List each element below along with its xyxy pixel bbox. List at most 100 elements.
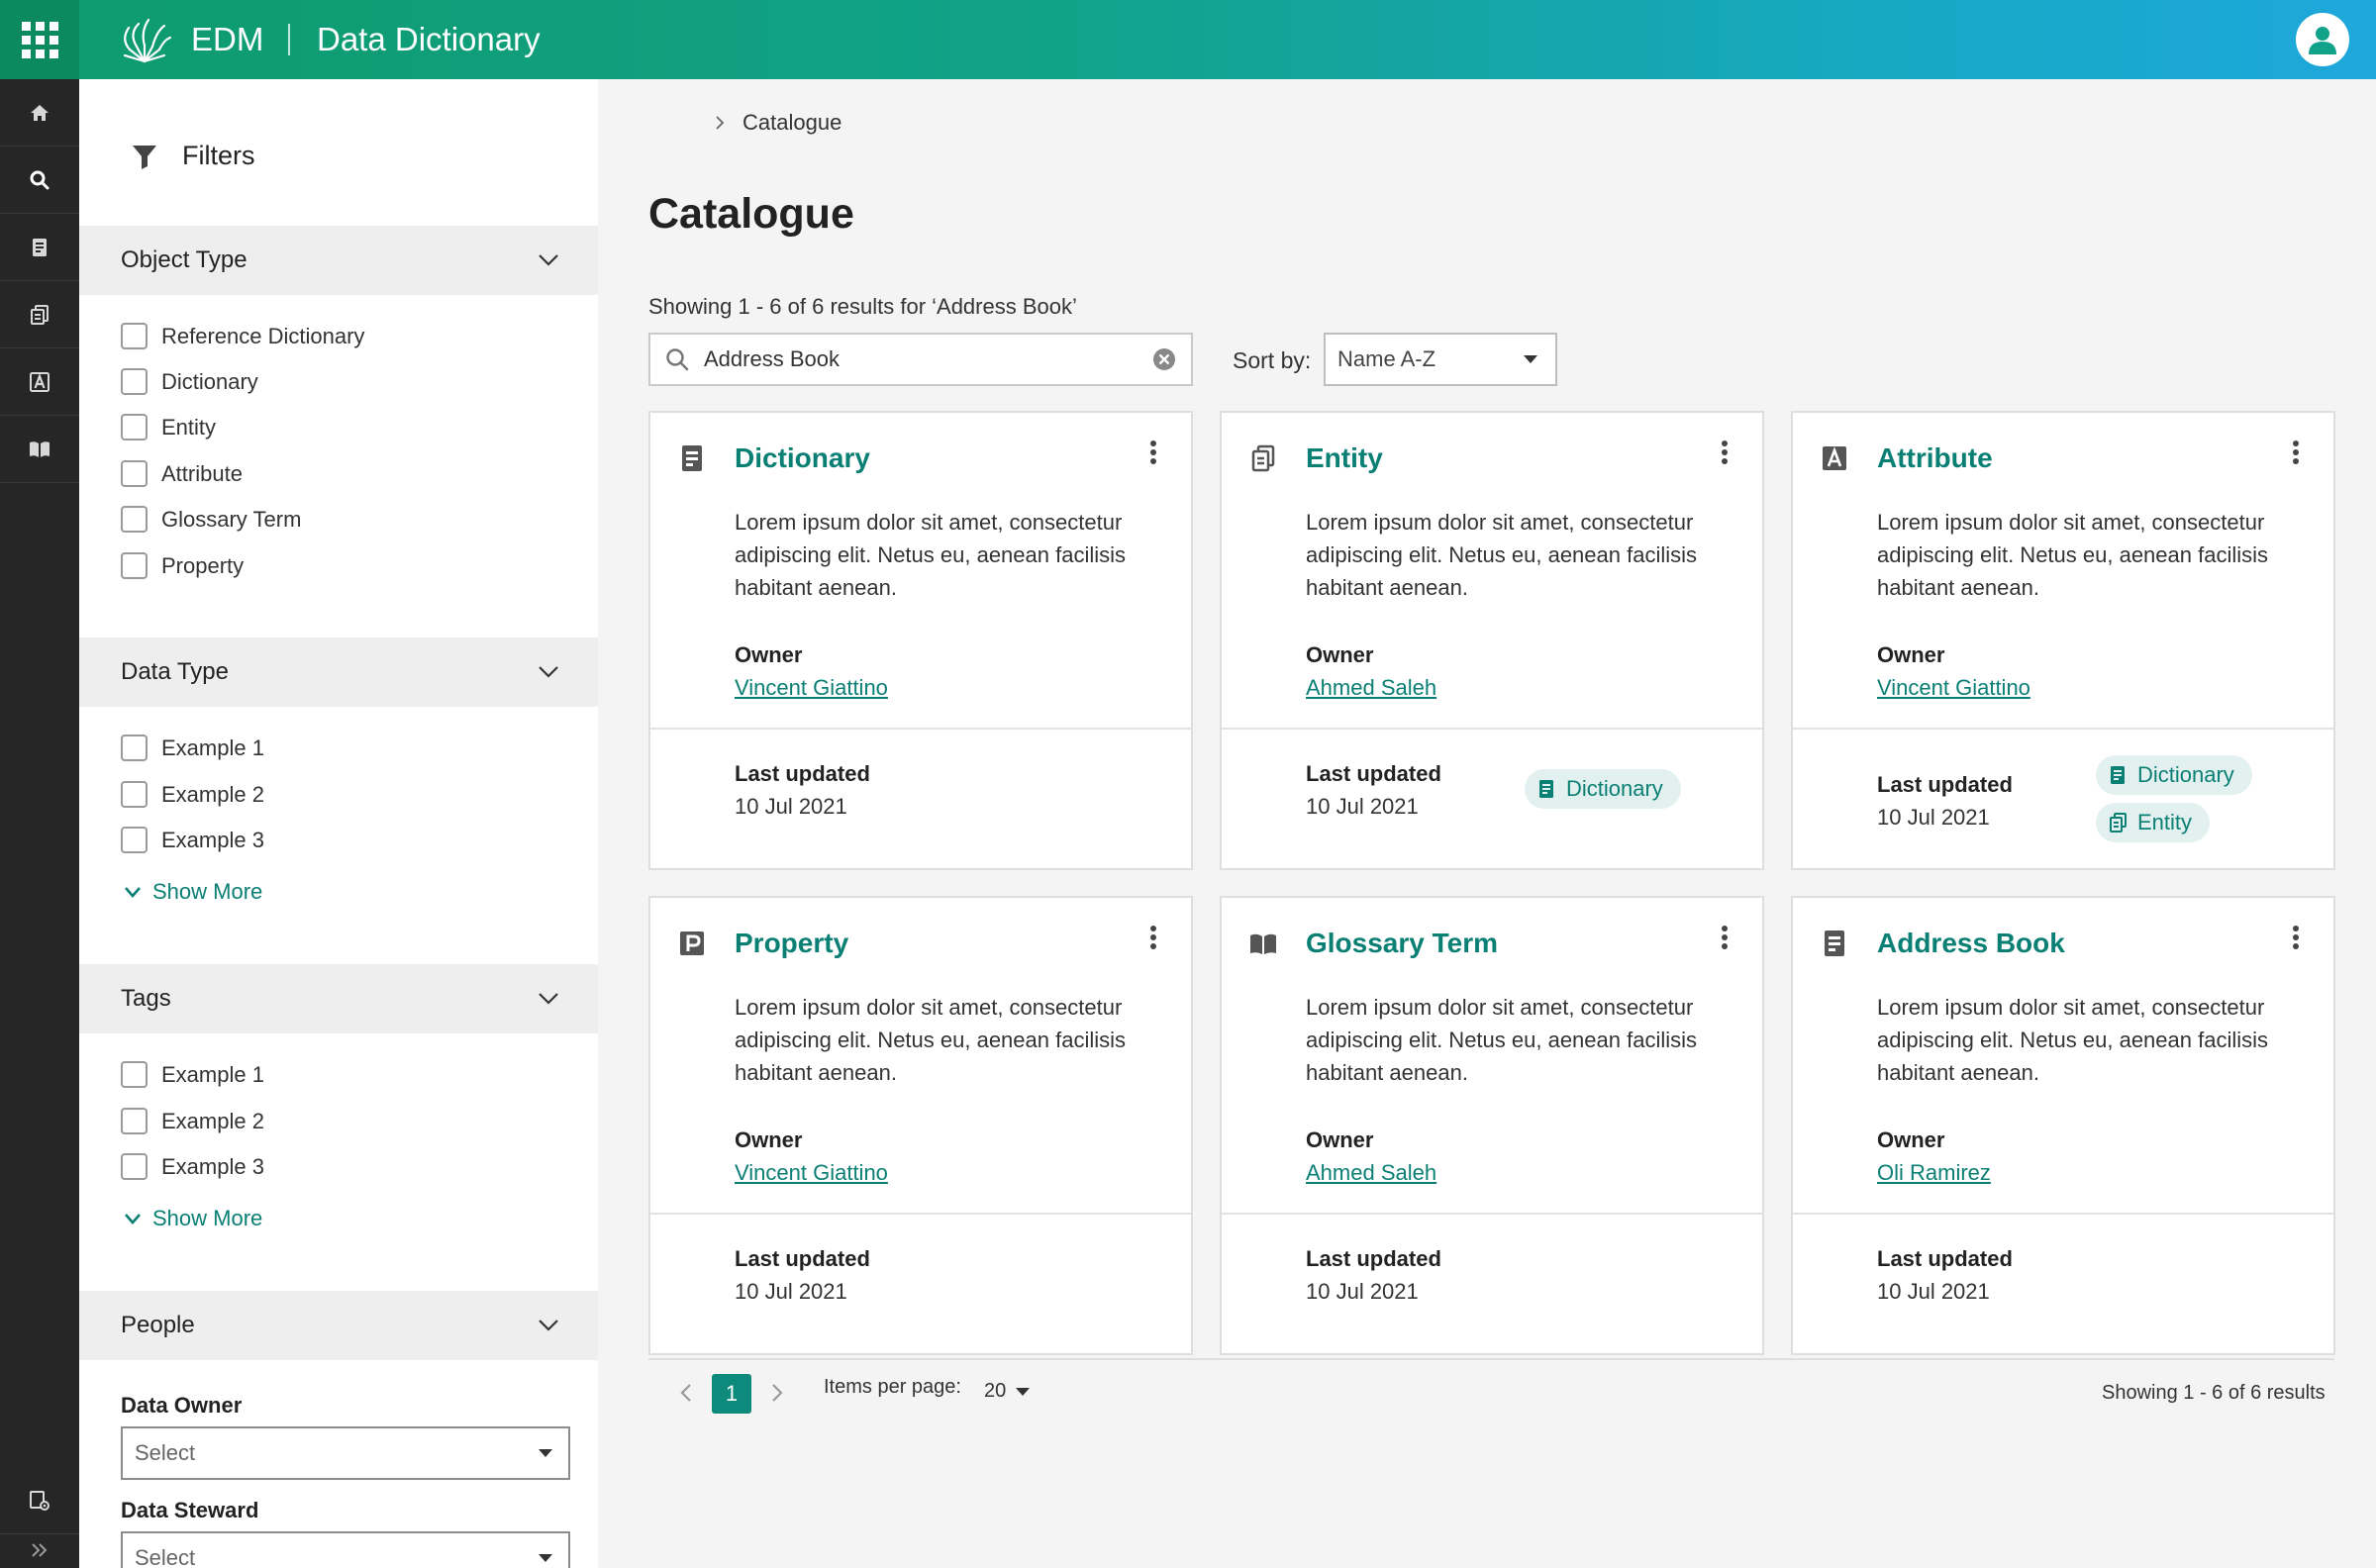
owner-label: Owner <box>735 642 803 667</box>
section-object-type[interactable]: Object Type <box>79 226 598 295</box>
data-steward-select[interactable]: Select <box>121 1531 570 1568</box>
dictionary-icon <box>33 238 47 256</box>
owner-link[interactable]: Vincent Giattino <box>1877 675 2030 701</box>
card-title[interactable]: Attribute <box>1877 442 1993 474</box>
last-updated-date: 10 Jul 2021 <box>1306 1279 1419 1304</box>
checkbox[interactable] <box>121 781 148 808</box>
tag-label: Entity <box>2137 810 2193 834</box>
checkbox[interactable] <box>121 1108 148 1134</box>
section-title: Data Type <box>121 658 229 685</box>
checkbox-tag-3[interactable]: Example 3 <box>121 1153 264 1180</box>
next-page-button[interactable] <box>764 1380 790 1406</box>
checkbox[interactable] <box>121 735 148 761</box>
checkbox-dictionary[interactable]: Dictionary <box>121 368 258 395</box>
owner-label: Owner <box>1306 642 1374 667</box>
attribute-icon <box>30 371 50 392</box>
items-per-page-select[interactable]: 20 <box>984 1380 1031 1403</box>
checkbox[interactable] <box>121 414 148 441</box>
owner-link[interactable]: Vincent Giattino <box>735 1160 888 1186</box>
rail-expand[interactable] <box>0 1532 79 1568</box>
chevron-right-icon <box>716 116 725 130</box>
rail-search[interactable] <box>0 147 79 214</box>
checkbox-label: Property <box>161 552 245 578</box>
catalogue-card[interactable]: Address Book Lorem ipsum dolor sit amet,… <box>1791 896 2335 1355</box>
tag-dictionary[interactable]: Dictionary <box>2096 755 2252 795</box>
catalogue-card[interactable]: Dictionary Lorem ipsum dolor sit amet, c… <box>648 411 1193 870</box>
catalogue-card[interactable]: Property Lorem ipsum dolor sit amet, con… <box>648 896 1193 1355</box>
checkbox[interactable] <box>121 368 148 395</box>
glossary-icon <box>1250 933 1276 954</box>
checkbox-data-type-2[interactable]: Example 2 <box>121 781 264 808</box>
checkbox[interactable] <box>121 552 148 579</box>
more-options-icon[interactable] <box>1717 926 1732 955</box>
brand-name: EDM <box>191 21 264 57</box>
card-title[interactable]: Property <box>735 928 848 959</box>
checkbox[interactable] <box>121 460 148 487</box>
clear-icon[interactable] <box>1151 346 1177 372</box>
prev-page-button[interactable] <box>673 1380 699 1406</box>
brand-logo <box>123 18 172 63</box>
home-icon <box>31 104 49 121</box>
checkbox-glossary-term[interactable]: Glossary Term <box>121 506 301 533</box>
checkbox-reference-dictionary[interactable]: Reference Dictionary <box>121 323 364 349</box>
owner-link[interactable]: Oli Ramirez <box>1877 1160 1991 1186</box>
checkbox[interactable] <box>121 1061 148 1088</box>
tag-dictionary[interactable]: Dictionary <box>1525 769 1681 809</box>
tag-entity[interactable]: Entity <box>2096 803 2211 842</box>
section-people[interactable]: People <box>79 1291 598 1360</box>
rail-settings[interactable] <box>0 1467 79 1534</box>
owner-link[interactable]: Vincent Giattino <box>735 675 888 701</box>
checkbox-attribute[interactable]: Attribute <box>121 460 243 487</box>
tags-show-more[interactable]: Show More <box>125 1206 262 1231</box>
checkbox-property[interactable]: Property <box>121 552 244 579</box>
checkbox-data-type-3[interactable]: Example 3 <box>121 827 264 853</box>
last-updated-date: 10 Jul 2021 <box>1306 794 1419 819</box>
search-input[interactable]: Address Book <box>648 333 1193 386</box>
checkbox[interactable] <box>121 827 148 853</box>
items-per-page-value: 20 <box>984 1380 1007 1402</box>
checkbox-tag-1[interactable]: Example 1 <box>121 1061 264 1088</box>
rail-entity[interactable] <box>0 281 79 348</box>
owner-link[interactable]: Ahmed Saleh <box>1306 675 1436 701</box>
owner-link[interactable]: Ahmed Saleh <box>1306 1160 1436 1186</box>
checkbox[interactable] <box>121 1153 148 1180</box>
data-type-show-more[interactable]: Show More <box>125 879 262 905</box>
rail-attribute[interactable] <box>0 348 79 416</box>
checkbox-data-type-1[interactable]: Example 1 <box>121 735 264 761</box>
rail-dictionary[interactable] <box>0 214 79 281</box>
more-options-icon[interactable] <box>2288 441 2304 470</box>
sort-select[interactable]: Name A-Z <box>1324 333 1557 386</box>
more-options-icon[interactable] <box>2288 926 2304 955</box>
search-value[interactable]: Address Book <box>704 346 1138 372</box>
card-title[interactable]: Dictionary <box>735 442 870 474</box>
caret-down-icon <box>1016 1387 1031 1396</box>
more-options-icon[interactable] <box>1717 441 1732 470</box>
more-options-icon[interactable] <box>1145 441 1161 470</box>
last-updated-date: 10 Jul 2021 <box>1877 805 1990 830</box>
section-data-type[interactable]: Data Type <box>79 637 598 707</box>
owner-label: Owner <box>1877 642 1945 667</box>
checkbox-entity[interactable]: Entity <box>121 414 216 441</box>
card-title[interactable]: Glossary Term <box>1306 928 1498 959</box>
breadcrumb-item-catalogue[interactable]: Catalogue <box>742 110 842 136</box>
checkbox-label: Example 1 <box>161 1061 264 1087</box>
checkbox-tag-2[interactable]: Example 2 <box>121 1108 264 1134</box>
search-icon <box>666 348 689 371</box>
app-launcher-button[interactable] <box>0 0 79 79</box>
checkbox[interactable] <box>121 323 148 349</box>
rail-glossary[interactable] <box>0 416 79 483</box>
catalogue-card[interactable]: Glossary Term Lorem ipsum dolor sit amet… <box>1220 896 1764 1355</box>
more-options-icon[interactable] <box>1145 926 1161 955</box>
page-button-current[interactable]: 1 <box>712 1374 751 1414</box>
card-title[interactable]: Entity <box>1306 442 1383 474</box>
checkbox[interactable] <box>121 506 148 533</box>
rail-home[interactable] <box>0 79 79 147</box>
last-updated-label: Last updated <box>1306 1246 1441 1271</box>
last-updated-date: 10 Jul 2021 <box>1877 1279 1990 1304</box>
data-owner-select[interactable]: Select <box>121 1426 570 1480</box>
card-title[interactable]: Address Book <box>1877 928 2065 959</box>
catalogue-card[interactable]: Attribute Lorem ipsum dolor sit amet, co… <box>1791 411 2335 870</box>
catalogue-card[interactable]: Entity Lorem ipsum dolor sit amet, conse… <box>1220 411 1764 870</box>
section-tags[interactable]: Tags <box>79 964 598 1033</box>
user-avatar[interactable] <box>2296 13 2349 66</box>
